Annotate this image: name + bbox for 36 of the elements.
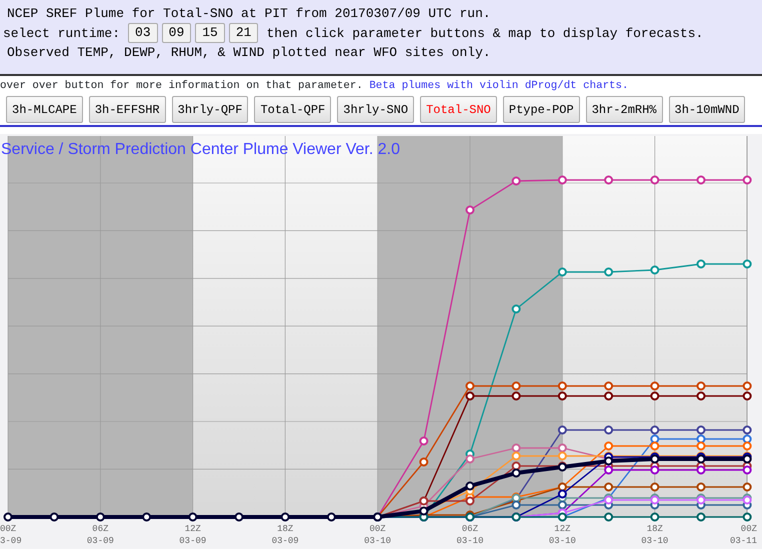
- header-title: NCEP SREF Plume for Total-SNO at PIT from 20170307/09 UTC run.: [6, 5, 492, 23]
- runtime-label: select runtime:: [3, 24, 120, 42]
- parameter-button[interactable]: 3hr-2mRH%: [586, 96, 662, 123]
- axis-date-label: 03-10: [548, 536, 576, 546]
- axis-time-label: 00Z: [370, 524, 386, 534]
- beta-plumes-link[interactable]: Beta plumes with violin dProg/dt charts.: [369, 80, 628, 92]
- parameter-button[interactable]: 3hrly-QPF: [172, 96, 248, 123]
- runtime-button[interactable]: 09: [162, 23, 192, 43]
- axis-time-label: 12Z: [554, 524, 570, 534]
- info-text: over over button for more information on that parameter.: [0, 80, 363, 92]
- axis-time-label: 12Z: [184, 524, 201, 534]
- runtime-button[interactable]: 03: [128, 23, 158, 43]
- axis-date-label: 03-10: [456, 536, 484, 546]
- axis-time-label: 18Z: [277, 524, 294, 534]
- axis-time-label: 18Z: [646, 524, 663, 534]
- axis-date-label: 03-09: [179, 536, 206, 546]
- parameter-button[interactable]: 3h-EFFSHR: [88, 96, 166, 123]
- axis-date-label: 03-09: [86, 536, 114, 546]
- axis-time-label: 06Z: [462, 524, 478, 534]
- axis-time-label: 00Z: [0, 524, 16, 534]
- axis-date-label: 03-10: [364, 536, 392, 546]
- axis-time-label: 00Z: [740, 524, 757, 534]
- parameter-button[interactable]: 3h-MLCAPE: [6, 96, 83, 123]
- axis-date-label: 03-10: [641, 536, 668, 546]
- axis-time-label: 06Z: [92, 524, 108, 534]
- runtime-button[interactable]: 21: [228, 23, 258, 43]
- runtime-button[interactable]: 15: [195, 23, 225, 43]
- axis-date-label: 3-09: [0, 536, 22, 546]
- parameter-button[interactable]: 3h-10mWND: [668, 96, 746, 123]
- parameter-button[interactable]: Total-QPF: [254, 96, 332, 123]
- runtime-note: then click parameter buttons & map to display forecasts.: [266, 24, 704, 42]
- header-note: Observed TEMP, DEWP, RHUM, & WIND plotted near WFO sites only.: [6, 44, 492, 62]
- parameter-button[interactable]: 3hrly-SNO: [337, 96, 414, 123]
- parameter-button[interactable]: Ptype-POP: [502, 96, 580, 123]
- axis-date-label: 03-11: [730, 536, 757, 546]
- axis-date-label: 03-09: [272, 536, 299, 546]
